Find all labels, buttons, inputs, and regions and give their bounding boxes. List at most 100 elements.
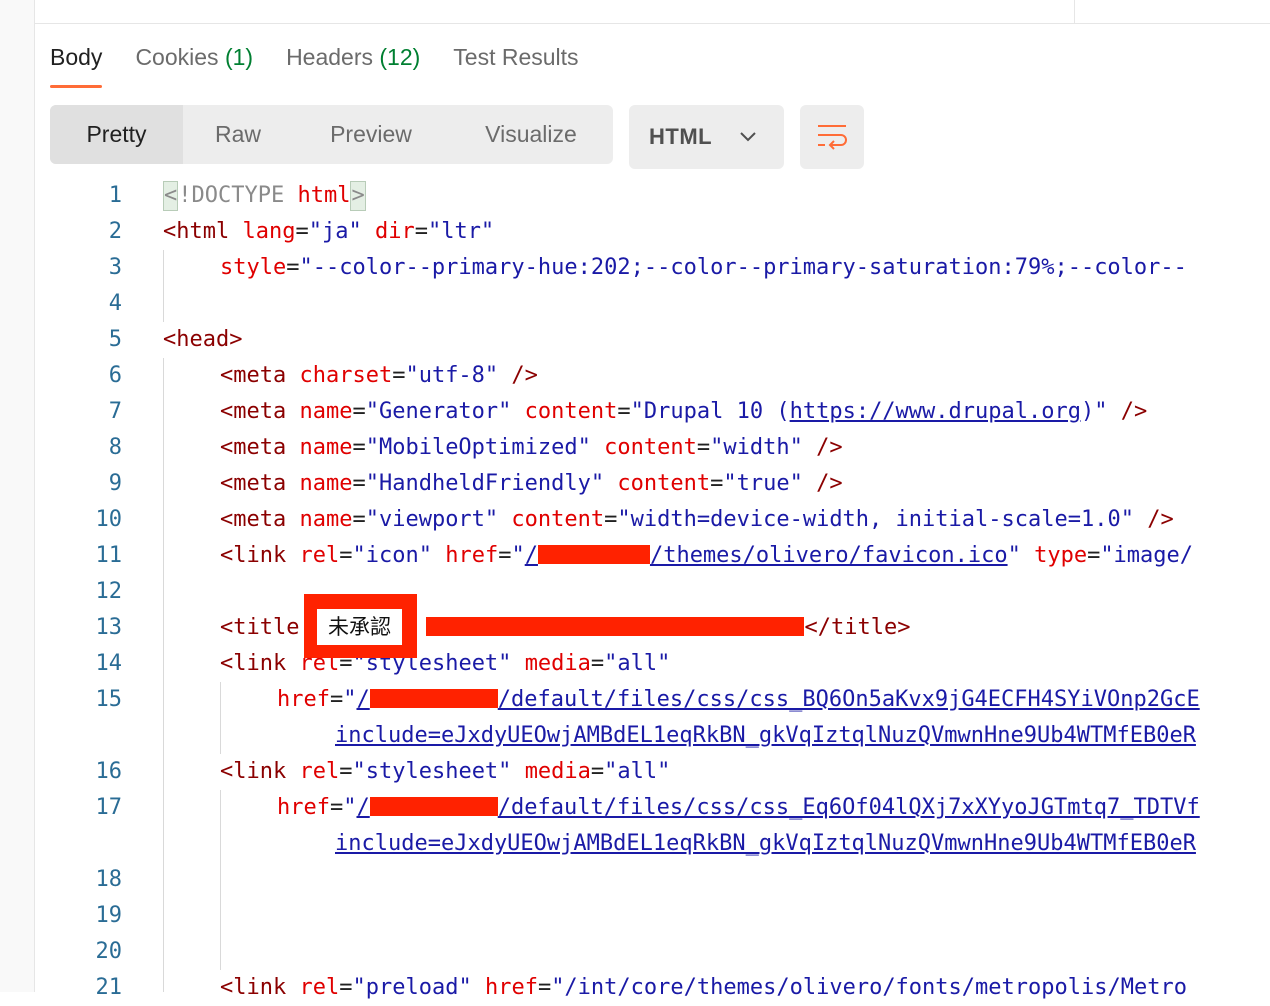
annotation-label: 未承認 [317,609,402,645]
line-number: 20 [95,939,123,964]
tab-body[interactable]: Body [50,42,103,88]
doctype-name: html [297,183,351,208]
language-select[interactable]: HTML [629,105,784,169]
line-number: 4 [108,291,122,316]
code-line-11: <link rel="icon" href="//themes/olivero/… [220,543,1194,568]
tab-label: Cookies [135,44,219,70]
code-line-9: <meta name="HandheldFriendly" content="t… [220,471,843,496]
attr-value: "--color--primary-hue:202;--color--prima… [299,255,1187,280]
attr-name: lang [242,219,296,244]
code-line-14: <link rel="stylesheet" media="all" [220,651,671,676]
tab-headers[interactable]: Headers (12) [286,42,420,88]
attr-name: href [277,795,330,820]
code-link[interactable]: include=eJxdyUEOwjAMBdEL1eqRkBN_gkVqIztq… [335,723,1196,748]
tag-name: <link [220,543,287,568]
tag-name: <link [220,651,287,676]
attr-name: style [220,255,287,280]
code-line-2: <html lang="ja" dir="ltr" [163,219,495,244]
tab-cookies[interactable]: Cookies (1) [135,42,253,88]
indent-guide [220,790,221,970]
tab-test-results[interactable]: Test Results [453,42,578,88]
line-number: 16 [95,759,123,784]
link-text: /themes/olivero/favicon.ico [649,543,1008,568]
tag-name: <link [220,759,287,784]
code-line-15-wrap: include=eJxdyUEOwjAMBdEL1eqRkBN_gkVqIztq… [335,718,1196,754]
line-number: 12 [95,579,123,604]
attr-name: type [1034,543,1088,568]
attr-name: media [524,759,591,784]
line-number: 11 [95,543,123,568]
attr-value: "all" [604,651,671,676]
tag-name: <meta [220,471,287,496]
attr-name: dir [374,219,415,244]
top-strip-divider [1074,0,1075,23]
response-code-viewer[interactable]: 1 2 3 4 5 6 7 8 9 10 11 12 13 14 15 16 1… [0,178,1270,1000]
top-strip [35,0,1270,24]
redaction-mark [369,797,498,816]
code-link[interactable]: //default/files/css/css_Eq6Of04lQXj7xXYy… [356,795,1199,820]
tag-name: <meta [220,363,287,388]
doctype-keyword: !DOCTYPE [178,183,298,208]
code-line-15: href="//default/files/css/css_BQ6On5aKvx… [277,687,1200,712]
code-line-5: <head> [163,322,242,358]
code-link[interactable]: //default/files/css/css_BQ6On5aKvx9jG4EC… [356,687,1199,712]
mode-pretty-button[interactable]: Pretty [50,105,183,164]
bracket-match: < [163,181,179,211]
line-number: 13 [95,615,123,640]
line-number: 7 [108,399,122,424]
attr-name: href [445,543,499,568]
response-tabs: Body Cookies (1) Headers (12) Test Resul… [50,42,612,90]
tag-name: <head> [163,327,243,352]
tab-label: Headers [286,44,373,70]
attr-name: content [617,471,711,496]
attr-name: name [299,507,353,532]
tag-name: <html [163,219,230,244]
indent-guide [163,250,164,322]
attr-value: "stylesheet" [352,759,512,784]
code-line-16: <link rel="stylesheet" media="all" [220,759,671,784]
attr-name: name [299,471,353,496]
code-link[interactable]: //themes/olivero/favicon.ico [525,543,1008,568]
line-number: 14 [95,651,123,676]
view-mode-switcher: Pretty Raw Preview Visualize [50,105,613,164]
attr-value: "viewport" [365,507,499,532]
mode-raw-button[interactable]: Raw [183,105,293,164]
tag-name: <link [220,975,287,1000]
attr-name: content [604,435,697,460]
code-line-17: href="//default/files/css/css_Eq6Of04lQX… [277,795,1200,820]
tag-name: <meta [220,399,287,424]
tab-count: (1) [224,44,254,70]
code-line-21: <link rel="preload" href="/int/core/them… [220,975,1187,1000]
line-number: 21 [95,975,123,1000]
redaction-mark [537,545,650,564]
tab-count: (12) [379,44,421,70]
attr-value: "width" [710,435,803,460]
attr-value: "icon" [352,543,432,568]
code-line-10: <meta name="viewport" content="width=dev… [220,507,1174,532]
attr-name: rel [299,543,340,568]
attr-name: rel [299,975,340,1000]
redaction-mark [369,689,498,708]
line-number: 10 [95,507,123,532]
attr-value: "utf-8" [405,363,499,388]
line-number: 9 [108,471,122,496]
line-number: 2 [108,219,122,244]
attr-value: )" [1081,399,1108,424]
attr-name: media [524,651,591,676]
mode-preview-button[interactable]: Preview [293,105,449,164]
attr-value: "preload" [352,975,472,1000]
wrap-lines-button[interactable] [800,105,864,169]
attr-name: href [277,687,330,712]
mode-visualize-button[interactable]: Visualize [449,105,613,164]
line-number: 19 [95,903,123,928]
attr-name: content [511,507,605,532]
attr-value: "/int/core/themes/olivero/fonts/metropol… [551,975,1187,1000]
tab-label: Test Results [453,44,579,70]
attr-value: "Drupal 10 ( [630,399,790,424]
indent-guide [163,358,164,992]
attr-name: content [524,399,618,424]
code-link[interactable]: include=eJxdyUEOwjAMBdEL1eqRkBN_gkVqIztq… [335,831,1196,856]
code-link[interactable]: https://www.drupal.org [790,399,1081,424]
line-number: 18 [95,867,123,892]
attr-name: name [299,435,353,460]
